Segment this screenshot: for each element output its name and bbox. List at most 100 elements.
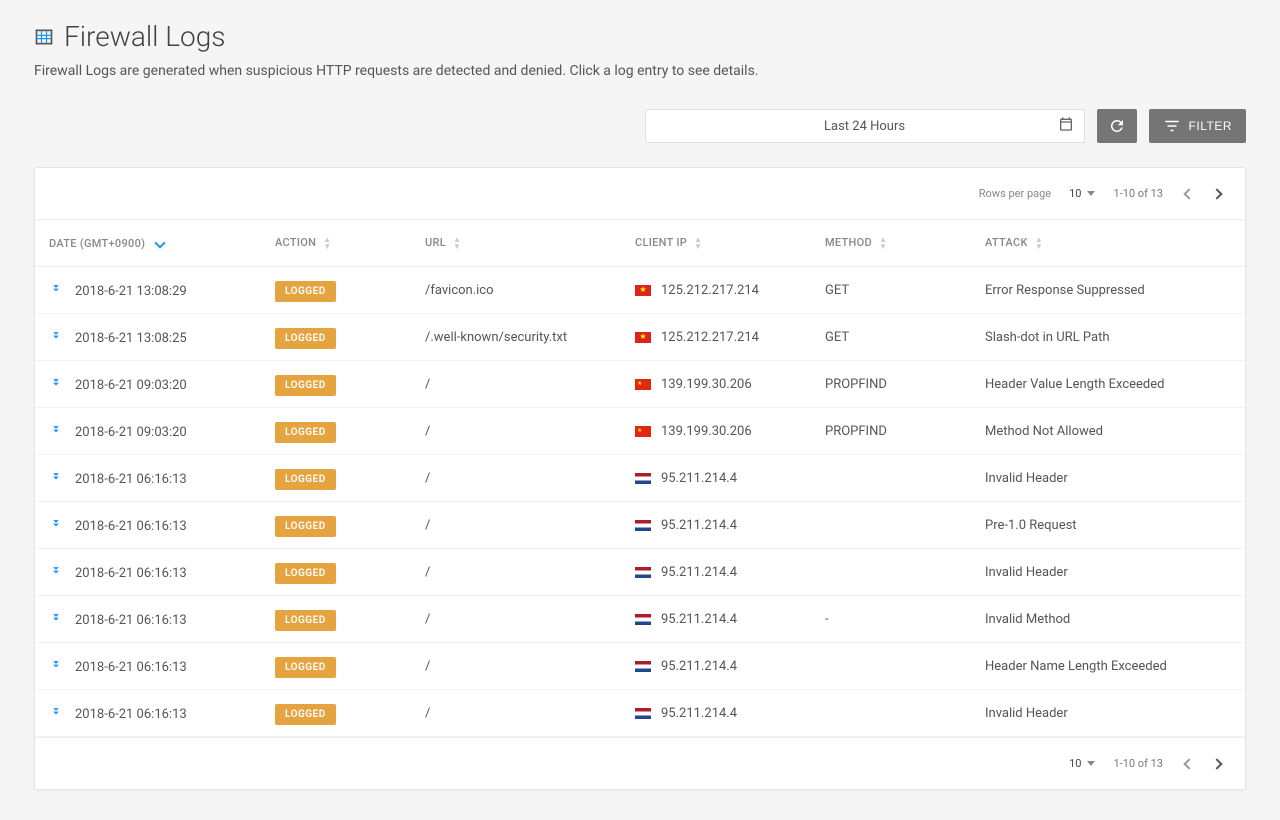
date-range-picker[interactable]: Last 24 Hours [645,109,1085,143]
action-badge: LOGGED [275,610,336,631]
cell-url: / [415,455,625,502]
cell-url: / [415,549,625,596]
action-badge: LOGGED [275,704,336,725]
table-row[interactable]: 2018-6-21 06:16:13LOGGED/95.211.214.4Inv… [35,455,1245,502]
table-row[interactable]: 2018-6-21 13:08:29LOGGED/favicon.ico125.… [35,267,1245,314]
cell-attack: Invalid Method [975,596,1245,643]
cell-date: 2018-6-21 13:08:25 [75,331,187,346]
cell-ip: 95.211.214.4 [661,659,737,674]
cell-method [815,643,975,690]
cell-date: 2018-6-21 09:03:20 [75,378,187,393]
cell-url: / [415,643,625,690]
table-row[interactable]: 2018-6-21 06:16:13LOGGED/95.211.214.4Inv… [35,690,1245,737]
cell-date: 2018-6-21 06:16:13 [75,660,187,675]
sort-icon: ▲▼ [879,236,887,250]
log-table: DATE (GMT+0900) ACTION ▲▼ URL ▲▼ CLIENT … [35,220,1245,737]
cell-method: GET [815,267,975,314]
cell-method [815,690,975,737]
filter-icon [1163,117,1181,135]
refresh-icon [1108,117,1126,135]
expand-icon[interactable] [49,469,63,487]
expand-icon[interactable] [49,610,63,628]
cell-ip: 139.199.30.206 [661,424,752,439]
cell-attack: Header Value Length Exceeded [975,361,1245,408]
cell-attack: Invalid Header [975,690,1245,737]
filter-button[interactable]: FILTER [1149,109,1246,143]
calendar-icon [1058,116,1074,136]
action-badge: LOGGED [275,328,336,349]
cell-attack: Method Not Allowed [975,408,1245,455]
table-row[interactable]: 2018-6-21 09:03:20 LOGGED / 139.199.30.206 P… [35,361,1245,408]
pager-next[interactable] [1209,752,1225,775]
action-badge: LOGGED [275,422,336,443]
col-action[interactable]: ACTION ▲▼ [265,220,415,267]
expand-icon[interactable] [49,281,63,299]
cell-ip: 125.212.217.214 [661,283,759,298]
rows-per-page-value: 10 [1069,187,1081,200]
expand-icon[interactable] [49,563,63,581]
cell-url: / [415,596,625,643]
sort-icon: ▲▼ [694,236,702,250]
cell-attack: Invalid Header [975,455,1245,502]
col-attack[interactable]: ATTACK ▲▼ [975,220,1245,267]
pager-range: 1-10 of 13 [1113,757,1163,770]
pager-range: 1-10 of 13 [1113,187,1163,200]
cell-date: 2018-6-21 06:16:13 [75,472,187,487]
table-row[interactable]: 2018-6-21 06:16:13LOGGED/95.211.214.4Pre… [35,502,1245,549]
cell-method [815,549,975,596]
table-row[interactable]: 2018-6-21 06:16:13LOGGED/95.211.214.4Inv… [35,549,1245,596]
pager-prev[interactable] [1181,182,1197,205]
rows-per-page-select[interactable]: 10 [1069,757,1095,770]
page-title: Firewall Logs [64,20,225,53]
flag-icon [635,285,651,296]
refresh-button[interactable] [1097,109,1137,143]
cell-method: - [815,596,975,643]
expand-icon[interactable] [49,422,63,440]
expand-icon[interactable] [49,704,63,722]
cell-attack: Invalid Header [975,549,1245,596]
table-row[interactable]: 2018-6-21 09:03:20LOGGED/139.199.30.206P… [35,408,1245,455]
cell-url: / [415,408,625,455]
table-row[interactable]: 2018-6-21 06:16:13LOGGED/95.211.214.4Hea… [35,643,1245,690]
col-url[interactable]: URL ▲▼ [415,220,625,267]
rows-per-page-select[interactable]: 10 [1069,187,1095,200]
cell-date: 2018-6-21 06:16:13 [75,613,187,628]
chevron-down-icon [156,237,164,250]
col-client-ip[interactable]: CLIENT IP ▲▼ [625,220,815,267]
flag-icon [635,708,651,719]
cell-method: GET [815,314,975,361]
table-row[interactable]: 2018-6-21 13:08:25LOGGED/.well-known/sec… [35,314,1245,361]
flag-icon [635,332,651,343]
col-method[interactable]: METHOD ▲▼ [815,220,975,267]
rows-per-page-label: Rows per page [979,187,1051,200]
flag-icon [635,567,651,578]
table-row[interactable]: 2018-6-21 06:16:13LOGGED/95.211.214.4-In… [35,596,1245,643]
action-badge: LOGGED [275,281,336,302]
cell-ip: 139.199.30.206 [661,377,752,392]
flag-icon [635,661,651,672]
action-badge: LOGGED [275,563,336,584]
cell-attack: Slash-dot in URL Path [975,314,1245,361]
sort-icon: ▲▼ [453,236,461,250]
firewall-icon [34,27,54,47]
action-badge: LOGGED [275,516,336,537]
cell-url: / [415,361,625,408]
flag-icon [635,520,651,531]
cell-date: 2018-6-21 13:08:29 [75,284,187,299]
expand-icon[interactable] [49,516,63,534]
cell-ip: 95.211.214.4 [661,518,737,533]
flag-icon [635,614,651,625]
date-range-label: Last 24 Hours [824,119,905,134]
cell-date: 2018-6-21 06:16:13 [75,519,187,534]
cell-ip: 95.211.214.4 [661,565,737,580]
col-date[interactable]: DATE (GMT+0900) [35,220,265,267]
cell-date: 2018-6-21 06:16:13 [75,707,187,722]
expand-icon[interactable] [49,375,63,393]
expand-icon[interactable] [49,657,63,675]
pager-next[interactable] [1209,182,1225,205]
cell-method: PROPFIND [815,361,975,408]
expand-icon[interactable] [49,328,63,346]
action-badge: LOGGED [275,375,336,396]
pager-prev[interactable] [1181,752,1197,775]
pager-top: Rows per page 10 1-10 of 13 [35,168,1245,220]
